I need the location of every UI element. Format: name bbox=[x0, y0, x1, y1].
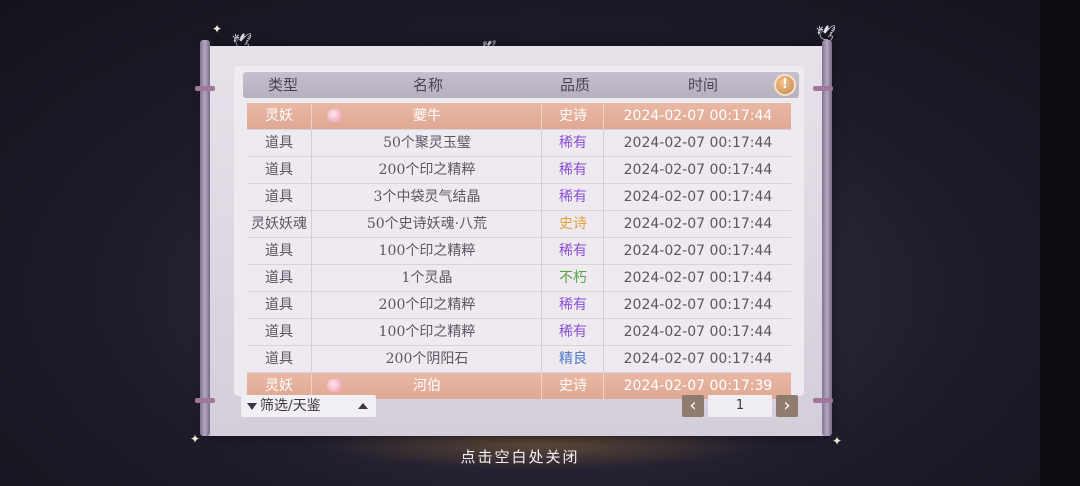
cell-time: 2024-02-07 00:17:44 bbox=[603, 157, 792, 183]
sparkle-icon: ✦ bbox=[212, 22, 223, 36]
header-quality: 品质 bbox=[559, 76, 590, 94]
cell-quality: 稀有 bbox=[541, 238, 604, 264]
cell-name: 100个印之精粹 bbox=[311, 319, 542, 345]
table-row: 灵妖妖魂 50个史诗妖魂·八荒 史诗 2024-02-07 00:17:44 bbox=[247, 211, 791, 238]
cell-type: 道具 bbox=[265, 162, 293, 178]
rod-knob bbox=[813, 86, 833, 91]
table-row: 道具 50个聚灵玉璧 稀有 2024-02-07 00:17:44 bbox=[247, 130, 791, 157]
table-row: 道具 200个印之精粹 稀有 2024-02-07 00:17:44 bbox=[247, 157, 791, 184]
rod-knob bbox=[195, 398, 215, 403]
cell-quality: 稀有 bbox=[541, 157, 604, 183]
cell-quality: 不朽 bbox=[541, 265, 604, 291]
cell-type: 道具 bbox=[265, 297, 293, 313]
cell-quality: 稀有 bbox=[541, 319, 604, 345]
cell-type: 道具 bbox=[265, 351, 293, 367]
caret-up-icon bbox=[358, 403, 368, 409]
cell-type: 道具 bbox=[265, 270, 293, 286]
close-hint[interactable]: 点击空白处关闭 bbox=[400, 446, 640, 467]
table-row: 道具 3个中袋灵气结晶 稀有 2024-02-07 00:17:44 bbox=[247, 184, 791, 211]
rod-knob bbox=[195, 86, 215, 91]
cell-time: 2024-02-07 00:17:44 bbox=[603, 130, 792, 156]
table-header: 类型 名称 品质 时间 bbox=[243, 72, 799, 98]
cell-quality: 史诗 bbox=[541, 373, 604, 399]
cell-name: 200个阴阳石 bbox=[311, 346, 542, 372]
header-time: 时间 bbox=[687, 76, 718, 94]
table-row: 道具 200个阴阳石 精良 2024-02-07 00:17:44 bbox=[247, 346, 791, 373]
table-row: 灵妖 夔牛 史诗 2024-02-07 00:17:44 bbox=[247, 103, 791, 130]
cell-type: 道具 bbox=[265, 135, 293, 151]
cell-type: 道具 bbox=[265, 243, 293, 259]
page-number[interactable]: 1 bbox=[708, 395, 772, 417]
record-list: 灵妖 夔牛 史诗 2024-02-07 00:17:44 道具 50个聚灵玉璧 稀有 2024… bbox=[247, 103, 791, 400]
cell-time: 2024-02-07 00:17:44 bbox=[603, 238, 792, 264]
prev-page-button[interactable]: ‹ bbox=[682, 395, 704, 417]
table-row: 道具 1个灵晶 不朽 2024-02-07 00:17:44 bbox=[247, 265, 791, 292]
cell-quality: 史诗 bbox=[541, 211, 604, 237]
cell-time: 2024-02-07 00:17:44 bbox=[603, 265, 792, 291]
cell-type: 灵妖妖魂 bbox=[251, 216, 307, 232]
scroll-rod-right bbox=[822, 40, 832, 436]
filter-label: 筛选/天鉴 bbox=[260, 398, 321, 414]
cell-time: 2024-02-07 00:17:44 bbox=[603, 346, 792, 372]
rod-knob bbox=[813, 398, 833, 403]
cell-quality: 稀有 bbox=[541, 184, 604, 210]
sparkle-icon: ✦ bbox=[832, 434, 843, 448]
cell-time: 2024-02-07 00:17:44 bbox=[603, 292, 792, 318]
cell-quality: 稀有 bbox=[541, 130, 604, 156]
cell-quality: 史诗 bbox=[541, 103, 604, 129]
cell-type: 道具 bbox=[265, 189, 293, 205]
filter-dropdown[interactable]: 筛选/天鉴 bbox=[241, 395, 376, 417]
header-name: 名称 bbox=[412, 76, 443, 94]
next-page-button[interactable]: › bbox=[776, 395, 798, 417]
cell-quality: 稀有 bbox=[541, 292, 604, 318]
cell-time: 2024-02-07 00:17:44 bbox=[603, 103, 792, 129]
table-row: 道具 100个印之精粹 稀有 2024-02-07 00:17:44 bbox=[247, 319, 791, 346]
cell-type: 道具 bbox=[265, 324, 293, 340]
cell-name: 200个印之精粹 bbox=[311, 292, 542, 318]
cell-name: 200个印之精粹 bbox=[311, 157, 542, 183]
cell-name: 50个聚灵玉璧 bbox=[311, 130, 542, 156]
cell-name: 3个中袋灵气结晶 bbox=[311, 184, 542, 210]
cell-name: 50个史诗妖魂·八荒 bbox=[311, 211, 542, 237]
cell-quality: 精良 bbox=[541, 346, 604, 372]
scroll-rod-left bbox=[200, 40, 210, 436]
cell-time: 2024-02-07 00:17:44 bbox=[603, 319, 792, 345]
table-row: 道具 200个印之精粹 稀有 2024-02-07 00:17:44 bbox=[247, 292, 791, 319]
cell-name: 100个印之精粹 bbox=[311, 238, 542, 264]
info-icon[interactable]: ! bbox=[774, 74, 796, 96]
table-row: 道具 100个印之精粹 稀有 2024-02-07 00:17:44 bbox=[247, 238, 791, 265]
cell-name: 1个灵晶 bbox=[311, 265, 542, 291]
header-type: 类型 bbox=[267, 76, 298, 94]
cell-type: 灵妖 bbox=[265, 108, 293, 124]
screen-edge bbox=[1040, 0, 1080, 486]
filter-icon bbox=[247, 402, 257, 410]
cell-name: 夔牛 bbox=[311, 103, 542, 129]
sparkle-icon: ✦ bbox=[190, 432, 201, 446]
cell-time: 2024-02-07 00:17:44 bbox=[603, 211, 792, 237]
cell-time: 2024-02-07 00:17:44 bbox=[603, 184, 792, 210]
